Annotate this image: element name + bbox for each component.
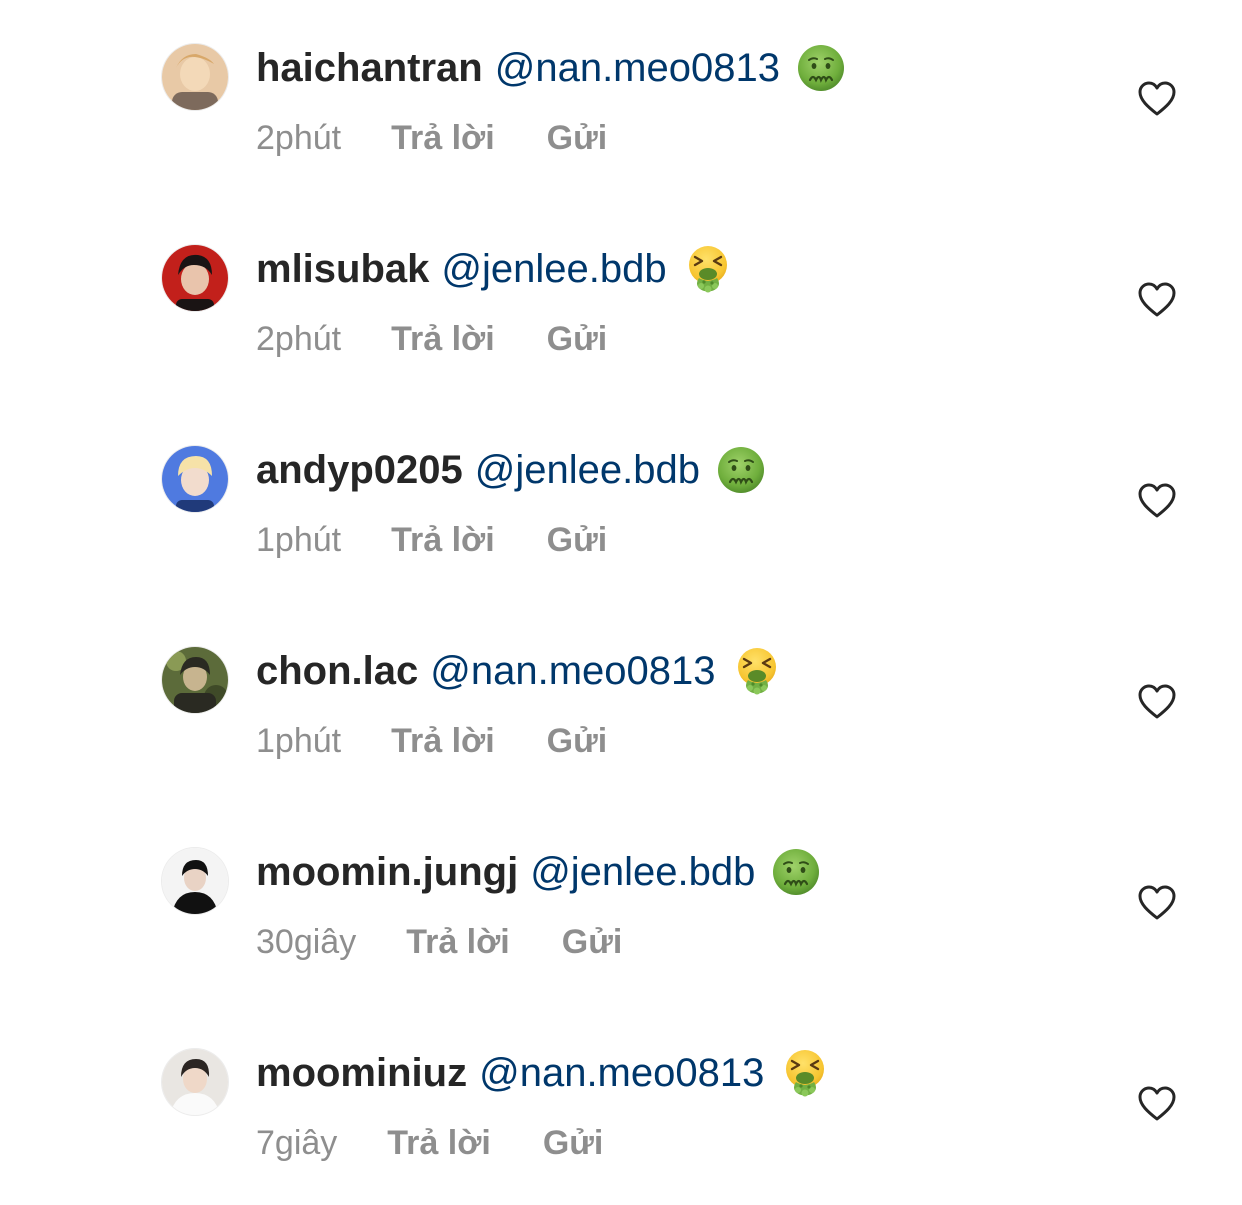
- mention-link[interactable]: @jenlee.bdb: [475, 448, 700, 493]
- heart-icon[interactable]: [1138, 684, 1176, 720]
- heart-icon[interactable]: [1138, 1086, 1176, 1122]
- comment-meta: 2phút Trả lời Gửi: [256, 317, 607, 361]
- comment-meta: 7giây Trả lời Gửi: [256, 1121, 603, 1165]
- nauseated-face-icon: [716, 445, 766, 495]
- send-button[interactable]: Gửi: [547, 722, 608, 761]
- comment-meta: 30giây Trả lời Gửi: [256, 920, 622, 964]
- vomiting-face-icon: [732, 646, 782, 696]
- comment-meta: 1phút Trả lời Gửi: [256, 719, 607, 763]
- timestamp: 7giây: [256, 1123, 338, 1162]
- reply-button[interactable]: Trả lời: [406, 923, 510, 962]
- comment-meta: 2phút Trả lời Gửi: [256, 116, 607, 160]
- timestamp: 1phút: [256, 721, 342, 760]
- comment-item: moominiuz @nan.meo0813 7giây Trả lời Gửi: [0, 1005, 1242, 1205]
- avatar[interactable]: [162, 44, 228, 110]
- username[interactable]: mlisubak: [256, 247, 429, 292]
- comment-text: mlisubak @jenlee.bdb: [256, 241, 733, 297]
- reply-button[interactable]: Trả lời: [391, 320, 495, 359]
- username[interactable]: moomin.jungj: [256, 850, 518, 895]
- comment-item: mlisubak @jenlee.bdb 2phút Trả lời Gửi: [0, 201, 1242, 401]
- avatar[interactable]: [162, 1049, 228, 1115]
- comment-text: haichantran @nan.meo0813: [256, 40, 846, 96]
- mention-link[interactable]: @jenlee.bdb: [530, 850, 755, 895]
- heart-icon[interactable]: [1138, 885, 1176, 921]
- avatar[interactable]: [162, 848, 228, 914]
- reply-button[interactable]: Trả lời: [391, 722, 495, 761]
- username[interactable]: chon.lac: [256, 649, 418, 694]
- heart-icon[interactable]: [1138, 81, 1176, 117]
- comment-text: chon.lac @nan.meo0813: [256, 643, 782, 699]
- username[interactable]: moominiuz: [256, 1051, 467, 1096]
- send-button[interactable]: Gửi: [547, 320, 608, 359]
- comment-item: chon.lac @nan.meo0813 1phút Trả lời Gửi: [0, 603, 1242, 803]
- nauseated-face-icon: [771, 847, 821, 897]
- timestamp: 30giây: [256, 922, 357, 961]
- send-button[interactable]: Gửi: [543, 1124, 604, 1163]
- comment-item: haichantran @nan.meo0813 2phút Trả lời G…: [0, 0, 1242, 200]
- avatar[interactable]: [162, 245, 228, 311]
- vomiting-face-icon: [780, 1048, 830, 1098]
- send-button[interactable]: Gửi: [562, 923, 623, 962]
- mention-link[interactable]: @nan.meo0813: [479, 1051, 764, 1096]
- heart-icon[interactable]: [1138, 483, 1176, 519]
- mention-link[interactable]: @jenlee.bdb: [441, 247, 666, 292]
- avatar[interactable]: [162, 446, 228, 512]
- username[interactable]: haichantran: [256, 46, 483, 91]
- avatar[interactable]: [162, 647, 228, 713]
- timestamp: 2phút: [256, 118, 342, 157]
- send-button[interactable]: Gửi: [547, 521, 608, 560]
- comment-item: andyp0205 @jenlee.bdb 1phút Trả lời Gửi: [0, 402, 1242, 602]
- comment-text: andyp0205 @jenlee.bdb: [256, 442, 766, 498]
- reply-button[interactable]: Trả lời: [387, 1124, 491, 1163]
- heart-icon[interactable]: [1138, 282, 1176, 318]
- timestamp: 1phút: [256, 520, 342, 559]
- comment-item: moomin.jungj @jenlee.bdb 30giây Trả lời …: [0, 804, 1242, 1004]
- reply-button[interactable]: Trả lời: [391, 521, 495, 560]
- timestamp: 2phút: [256, 319, 342, 358]
- comment-meta: 1phút Trả lời Gửi: [256, 518, 607, 562]
- send-button[interactable]: Gửi: [547, 119, 608, 158]
- vomiting-face-icon: [683, 244, 733, 294]
- username[interactable]: andyp0205: [256, 448, 463, 493]
- mention-link[interactable]: @nan.meo0813: [495, 46, 780, 91]
- mention-link[interactable]: @nan.meo0813: [430, 649, 715, 694]
- comment-text: moominiuz @nan.meo0813: [256, 1045, 830, 1101]
- nauseated-face-icon: [796, 43, 846, 93]
- comment-text: moomin.jungj @jenlee.bdb: [256, 844, 821, 900]
- reply-button[interactable]: Trả lời: [391, 119, 495, 158]
